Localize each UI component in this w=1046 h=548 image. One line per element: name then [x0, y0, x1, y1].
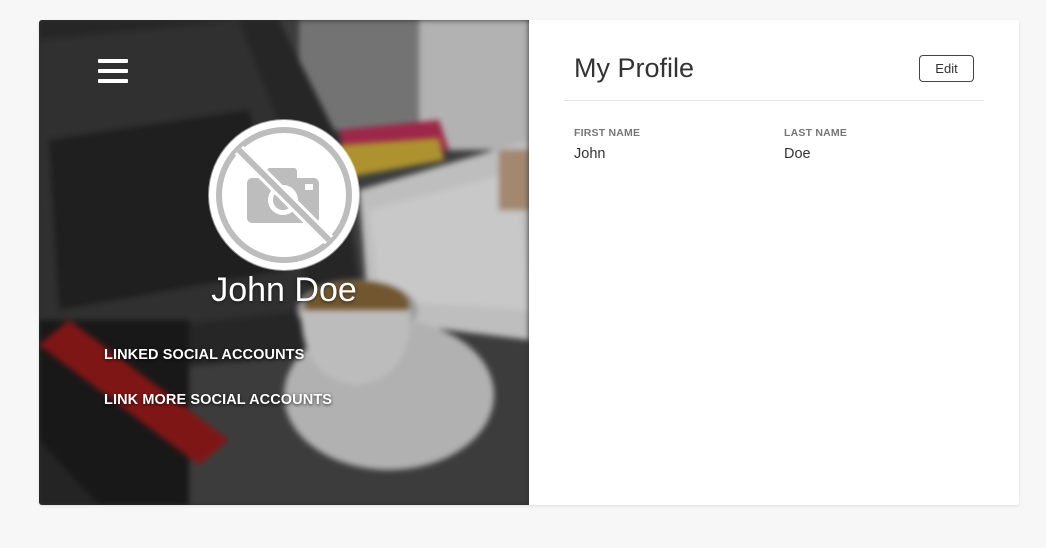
last-name-field: LAST NAME Doe: [784, 127, 847, 162]
first-name-value: John: [574, 146, 606, 162]
first-name-field: FIRST NAME John: [574, 127, 640, 162]
link-more-social-accounts-link[interactable]: LINK MORE SOCIAL ACCOUNTS: [104, 392, 332, 408]
no-camera-icon: [212, 123, 356, 267]
title-divider: [564, 100, 984, 101]
last-name-label: LAST NAME: [784, 127, 848, 139]
user-display-name: John Doe: [211, 271, 357, 309]
edit-button[interactable]: Edit: [919, 55, 974, 82]
page-title: My Profile: [574, 53, 695, 83]
profile-card: John Doe LINKED SOCIAL ACCOUNTS LINK MOR…: [39, 20, 1019, 505]
hamburger-menu-icon[interactable]: [98, 59, 128, 83]
last-name-value: Doe: [784, 146, 811, 162]
first-name-label: FIRST NAME: [574, 127, 641, 139]
profile-details-panel: My Profile Edit FIRST NAME John LAST NAM…: [529, 20, 1019, 505]
linked-social-accounts-link[interactable]: LINKED SOCIAL ACCOUNTS: [104, 347, 304, 363]
avatar: [209, 120, 359, 270]
profile-sidebar: John Doe LINKED SOCIAL ACCOUNTS LINK MOR…: [39, 20, 529, 505]
